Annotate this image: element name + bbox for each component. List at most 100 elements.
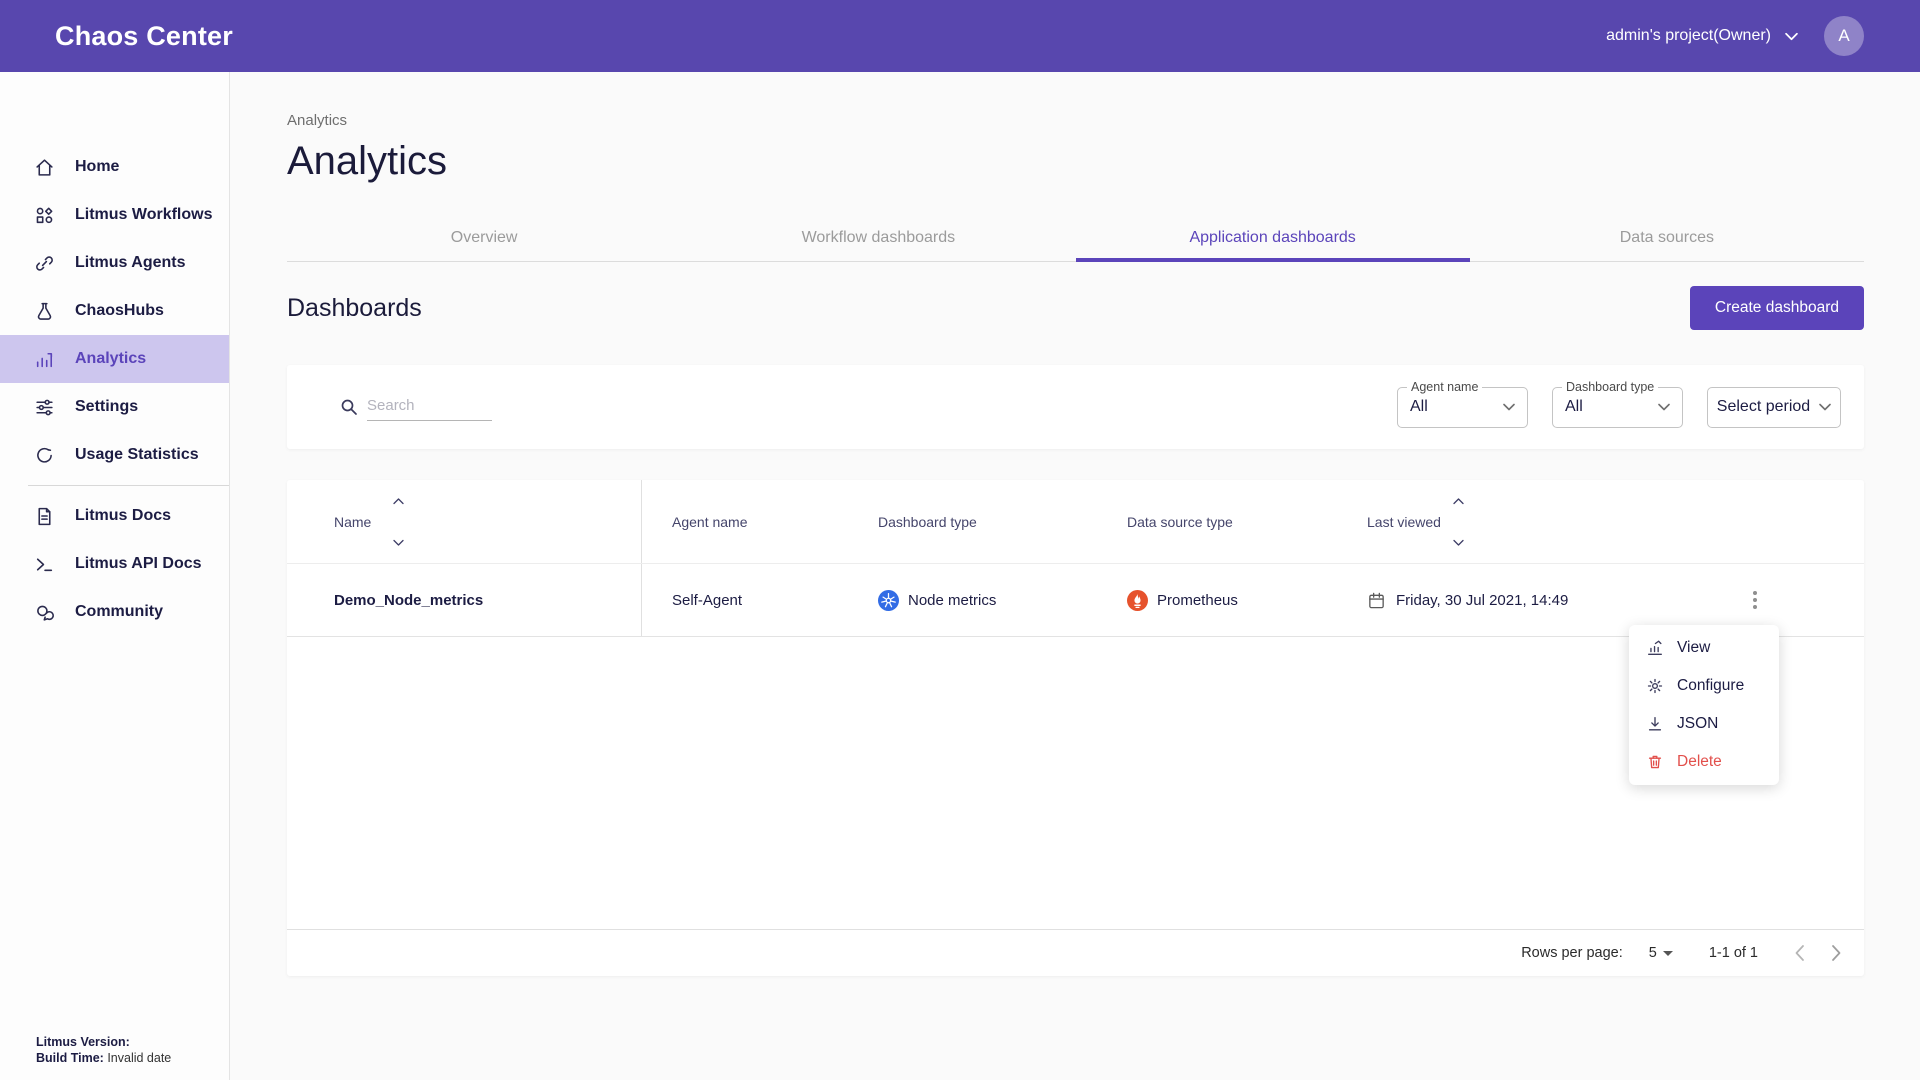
dashboard-type-select[interactable]: Dashboard type All [1552, 387, 1683, 428]
search-input[interactable] [367, 393, 492, 421]
sort-control-last-viewed[interactable] [1453, 496, 1464, 548]
dashboard-type-select-label: Dashboard type [1562, 380, 1658, 394]
litmus-version-label: Litmus Version: [36, 1035, 130, 1049]
build-time-value: Invalid date [107, 1051, 171, 1065]
sidebar-item-label: Litmus Workflows [75, 206, 213, 224]
sidebar-item-label: Usage Statistics [75, 446, 199, 464]
project-selector[interactable]: admin's project(Owner) [1606, 27, 1798, 45]
menu-item-configure[interactable]: Configure [1629, 667, 1779, 705]
caret-down-icon [1663, 951, 1673, 956]
avatar[interactable]: A [1824, 16, 1864, 56]
sidebar-item-community[interactable]: Community [0, 588, 229, 636]
kubernetes-icon [878, 590, 899, 611]
row-actions-menu: View Configure JSON Delete [1629, 625, 1779, 785]
link-icon [34, 253, 55, 274]
select-period-button[interactable]: Select period [1707, 387, 1841, 428]
chevron-down-icon [1785, 32, 1798, 41]
usage-icon [34, 445, 55, 466]
flask-icon [34, 301, 55, 322]
menu-item-json[interactable]: JSON [1629, 705, 1779, 743]
previous-page-icon[interactable] [1794, 944, 1805, 962]
breadcrumb: Analytics [287, 112, 1864, 129]
sidebar-item-litmus-workflows[interactable]: Litmus Workflows [0, 191, 229, 239]
sidebar-item-litmus-api-docs[interactable]: Litmus API Docs [0, 540, 229, 588]
workflows-icon [34, 205, 55, 226]
dashboards-heading: Dashboards [287, 294, 422, 323]
kebab-icon [1753, 591, 1757, 609]
next-page-icon[interactable] [1831, 944, 1842, 962]
data-source-value: Prometheus [1157, 592, 1238, 609]
sidebar-item-label: Litmus Agents [75, 254, 186, 272]
sidebar-item-label: Settings [75, 398, 138, 416]
main-content: Analytics Analytics Overview Workflow da… [230, 72, 1920, 1080]
tab-workflow-dashboards[interactable]: Workflow dashboards [681, 214, 1075, 261]
chevron-down-icon [1658, 403, 1670, 411]
project-name: admin's project(Owner) [1606, 27, 1771, 45]
sidebar-item-litmus-docs[interactable]: Litmus Docs [0, 492, 229, 540]
menu-item-delete[interactable]: Delete [1629, 743, 1779, 781]
sidebar-item-home[interactable]: Home [0, 143, 229, 191]
sidebar-item-analytics[interactable]: Analytics [0, 335, 229, 383]
app-title: Chaos Center [55, 21, 233, 52]
agent-name-value: Self-Agent [672, 592, 742, 609]
sidebar-item-settings[interactable]: Settings [0, 383, 229, 431]
sort-desc-icon[interactable] [393, 539, 404, 546]
rows-per-page-value: 5 [1649, 945, 1657, 961]
agent-name-select-label: Agent name [1407, 380, 1482, 394]
menu-item-label: Configure [1677, 677, 1744, 695]
sidebar: Home Litmus Workflows Litmus Agents Chao… [0, 72, 230, 1080]
tab-bar: Overview Workflow dashboards Application… [287, 214, 1864, 262]
dashboards-table: Name Agent name Dashboard type Data sour… [287, 480, 1864, 976]
home-icon [34, 157, 55, 178]
chat-icon [34, 602, 55, 623]
pagination-bar: Rows per page: 5 1-1 of 1 [287, 929, 1864, 976]
sidebar-item-label: Home [75, 158, 119, 176]
agent-name-select-value: All [1410, 398, 1428, 416]
pagination-range: 1-1 of 1 [1709, 945, 1758, 961]
table-empty-area [287, 637, 1864, 929]
table-row[interactable]: Demo_Node_metrics Self-Agent Node metric… [287, 564, 1864, 637]
sidebar-item-label: Litmus API Docs [75, 555, 202, 573]
menu-item-label: JSON [1677, 715, 1718, 733]
tab-data-sources[interactable]: Data sources [1470, 214, 1864, 261]
filter-bar: Agent name All Dashboard type All Select… [287, 365, 1864, 449]
column-header-name: Name [334, 514, 371, 530]
app-header: Chaos Center admin's project(Owner) A [0, 0, 1920, 72]
sliders-icon [34, 397, 55, 418]
column-header-data-source-type: Data source type [1127, 514, 1233, 530]
dashboard-type-select-value: All [1565, 398, 1583, 416]
build-time-label: Build Time: [36, 1051, 104, 1065]
search-icon [339, 397, 359, 417]
dashboard-name: Demo_Node_metrics [334, 592, 483, 609]
page-title: Analytics [287, 139, 1864, 184]
sidebar-item-label: Litmus Docs [75, 507, 171, 525]
chevron-down-icon [1819, 403, 1831, 411]
prometheus-icon [1127, 590, 1148, 611]
terminal-icon [34, 554, 55, 575]
bar-chart-icon [34, 349, 55, 370]
sidebar-item-litmus-agents[interactable]: Litmus Agents [0, 239, 229, 287]
calendar-icon [1367, 591, 1386, 610]
rows-per-page-label: Rows per page: [1521, 945, 1623, 961]
rows-per-page-select[interactable]: 5 [1649, 945, 1673, 961]
document-icon [34, 506, 55, 527]
tab-application-dashboards[interactable]: Application dashboards [1076, 214, 1470, 261]
create-dashboard-button[interactable]: Create dashboard [1690, 286, 1864, 330]
chevron-down-icon [1503, 403, 1515, 411]
menu-item-view[interactable]: View [1629, 629, 1779, 667]
sort-asc-icon[interactable] [393, 498, 404, 505]
sidebar-item-usage-statistics[interactable]: Usage Statistics [0, 431, 229, 479]
avatar-initial: A [1838, 26, 1849, 46]
view-chart-icon [1646, 639, 1664, 657]
sidebar-item-label: Analytics [75, 350, 146, 368]
sidebar-footer: Litmus Version: Build Time: Invalid date [36, 1034, 171, 1066]
agent-name-select[interactable]: Agent name All [1397, 387, 1528, 428]
trash-icon [1646, 753, 1664, 771]
gear-icon [1646, 677, 1664, 695]
sort-asc-icon[interactable] [1453, 498, 1464, 505]
sort-control-name[interactable] [393, 496, 404, 548]
sidebar-item-chaoshubs[interactable]: ChaosHubs [0, 287, 229, 335]
column-header-last-viewed: Last viewed [1367, 514, 1441, 530]
tab-overview[interactable]: Overview [287, 214, 681, 261]
sort-desc-icon[interactable] [1453, 539, 1464, 546]
